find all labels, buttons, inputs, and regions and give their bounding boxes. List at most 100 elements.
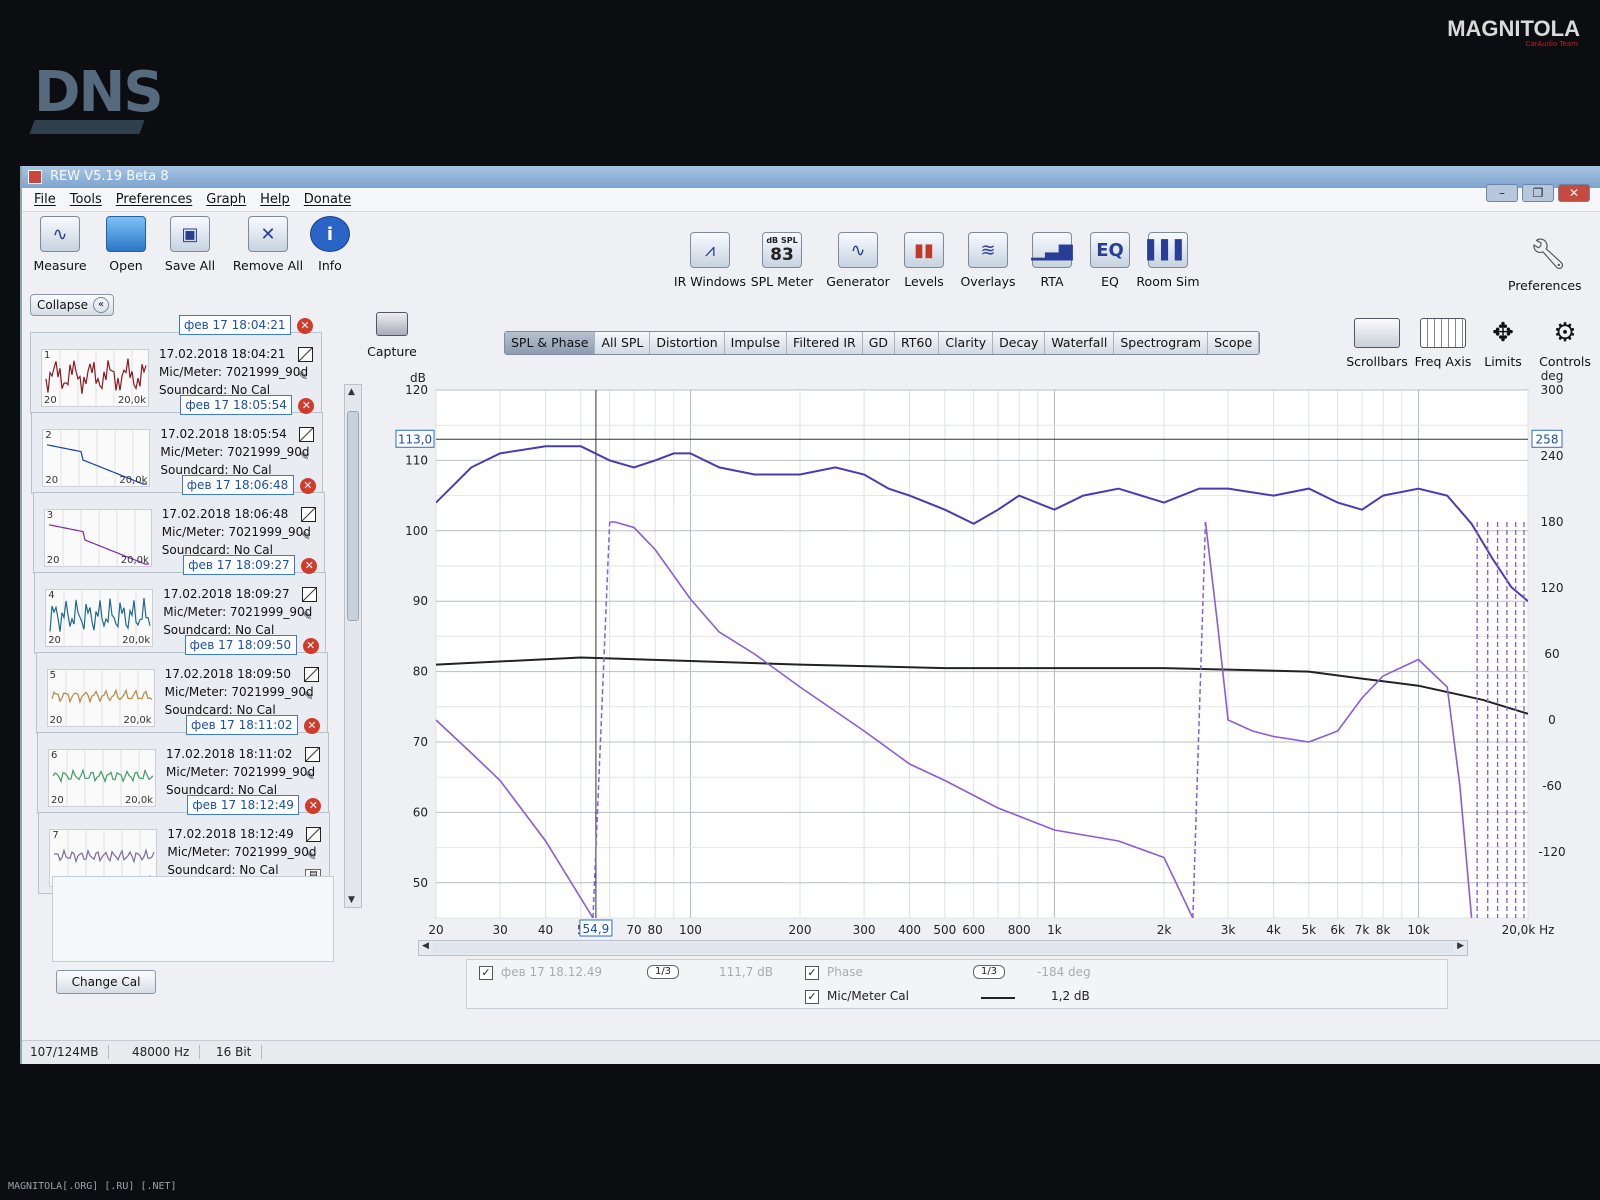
graph-tabs: SPL & Phase All SPL Distortion Impulse Filte… bbox=[504, 331, 1261, 355]
menu-tools[interactable]: Tools bbox=[70, 188, 102, 211]
measurement-name-field[interactable]: фев 17 18:12:49 bbox=[187, 795, 300, 815]
legend-smoothing-measurement[interactable]: 1/3 bbox=[647, 965, 679, 979]
eq-icon: EQ bbox=[1090, 232, 1130, 268]
scroll-up-icon[interactable]: ▲ bbox=[348, 387, 355, 397]
measurement-name-field[interactable]: фев 17 18:09:27 bbox=[183, 555, 296, 575]
measurement-edit-icon[interactable] bbox=[302, 587, 318, 602]
watermark-bottom: MAGNITOLA[.ORG] [.RU] [.NET] bbox=[8, 1181, 177, 1192]
spl-phase-graph[interactable]: 50 60 70 80 90 100 110 120 dB -120 -60 0 60 120 180 240… bbox=[368, 362, 1574, 956]
room-sim-button[interactable]: ▌▌▌ Room Sim bbox=[1130, 232, 1206, 289]
remove-measurement-icon[interactable]: ✕ bbox=[302, 638, 319, 654]
remove-measurement-icon[interactable]: ✕ bbox=[299, 478, 316, 494]
minimize-button[interactable]: – bbox=[1486, 184, 1518, 202]
remove-measurement-icon[interactable]: ✕ bbox=[304, 718, 320, 734]
measurement-number: 2 bbox=[45, 430, 52, 441]
scroll-left-icon[interactable]: ◀ bbox=[422, 941, 429, 951]
measurement-date: 17.02.2018 18:11:02 bbox=[166, 747, 293, 761]
scroll-right-icon[interactable]: ▶ bbox=[1457, 941, 1464, 951]
measurement-edit-icon[interactable] bbox=[303, 667, 319, 682]
menu-file[interactable]: File bbox=[34, 188, 56, 211]
measurement-pencil-icon[interactable]: ✎ bbox=[305, 769, 320, 783]
measurement-edit-icon[interactable] bbox=[299, 427, 315, 442]
remove-measurement-icon[interactable]: ✕ bbox=[305, 798, 322, 814]
tab-all-spl[interactable]: All SPL bbox=[595, 332, 651, 354]
tab-spl-phase[interactable]: SPL & Phase bbox=[505, 332, 596, 354]
measurement-mic: Mic/Meter: 7021999_90d bbox=[160, 445, 310, 459]
camera-icon bbox=[376, 312, 408, 336]
legend-checkbox-measurement[interactable]: ✓ bbox=[479, 966, 493, 980]
tab-gd[interactable]: GD bbox=[863, 332, 896, 354]
ir-windows-icon: ⩘ bbox=[690, 232, 730, 268]
measurement-edit-icon[interactable] bbox=[300, 507, 316, 522]
measurement-mic: Mic/Meter: 7021999_90d bbox=[159, 365, 309, 379]
y-right-tick-label: 120 bbox=[1541, 581, 1564, 595]
tab-spectrogram[interactable]: Spectrogram bbox=[1114, 332, 1209, 354]
main-toolbar: ∿ Measure Open ▣ Save All ✕ Remove All i… bbox=[22, 212, 1600, 294]
tab-decay[interactable]: Decay bbox=[993, 332, 1046, 354]
scrollbar-thumb[interactable] bbox=[347, 411, 359, 621]
tab-rt60[interactable]: RT60 bbox=[895, 332, 940, 354]
info-icon: i bbox=[310, 216, 350, 252]
thumbnail-axis-max: 20,0k bbox=[124, 795, 153, 806]
room-sim-icon: ▌▌▌ bbox=[1147, 232, 1189, 268]
measurement-name-field[interactable]: фев 17 18:09:50 bbox=[184, 635, 297, 655]
rew-window: REW V5.19 Beta 8 – ❐ ✕ File Tools Prefer… bbox=[20, 166, 1600, 1064]
x-tick-label: 800 bbox=[1008, 923, 1031, 937]
capture-button[interactable]: Capture bbox=[364, 312, 420, 359]
tab-clarity[interactable]: Clarity bbox=[939, 332, 994, 354]
tab-impulse[interactable]: Impulse bbox=[725, 332, 788, 354]
measure-button[interactable]: ∿ Measure bbox=[22, 216, 98, 273]
menu-donate[interactable]: Donate bbox=[304, 188, 351, 211]
y-right-unit: deg bbox=[1541, 369, 1564, 383]
tab-scope[interactable]: Scope bbox=[1208, 332, 1260, 354]
measurement-name-field[interactable]: фев 17 18:04:21 bbox=[179, 315, 291, 335]
measurement-pencil-icon[interactable]: ✎ bbox=[302, 609, 317, 623]
remove-measurement-icon[interactable]: ✕ bbox=[301, 558, 318, 574]
measurement-pencil-icon[interactable]: ✎ bbox=[306, 849, 321, 863]
measurement-number: 1 bbox=[44, 350, 51, 361]
tab-filtered-ir[interactable]: Filtered IR bbox=[787, 332, 863, 354]
controls-icon: ⚙ bbox=[1553, 318, 1577, 348]
measurement-pencil-icon[interactable]: ✎ bbox=[299, 449, 314, 463]
measurement-edit-icon[interactable] bbox=[305, 747, 320, 762]
measurement-edit-icon[interactable] bbox=[298, 347, 313, 362]
tab-distortion[interactable]: Distortion bbox=[650, 332, 725, 354]
y-left-tick-label: 80 bbox=[413, 665, 428, 679]
measurement-pencil-icon[interactable]: ✎ bbox=[301, 529, 316, 543]
measurement-name-field[interactable]: фев 17 18:06:48 bbox=[181, 475, 294, 495]
change-cal-button[interactable]: Change Cal bbox=[56, 970, 156, 994]
menu-graph[interactable]: Graph bbox=[206, 188, 246, 211]
scroll-down-icon[interactable]: ▼ bbox=[348, 895, 355, 905]
preferences-button[interactable]: 🔧︎ Preferences bbox=[1508, 236, 1584, 294]
ir-windows-button[interactable]: ⩘ IR Windows bbox=[672, 232, 748, 289]
info-button[interactable]: i Info bbox=[292, 216, 368, 273]
measurement-pencil-icon[interactable]: ✎ bbox=[298, 369, 313, 383]
measurement-name-field[interactable]: фев 17 18:05:54 bbox=[180, 395, 293, 415]
legend-checkbox-phase[interactable]: ✓ bbox=[805, 966, 819, 980]
legend-label-mic-cal: Mic/Meter Cal bbox=[827, 989, 909, 1003]
tab-waterfall[interactable]: Waterfall bbox=[1045, 332, 1115, 354]
measurement-edit-icon[interactable] bbox=[306, 827, 322, 842]
graph-horizontal-scrollbar[interactable]: ◀ ▶ bbox=[418, 940, 1468, 956]
measurement-name-field[interactable]: фев 17 18:11:02 bbox=[186, 715, 298, 735]
measurement-date: 17.02.2018 18:06:48 bbox=[161, 507, 289, 521]
x-tick-label: 400 bbox=[898, 923, 921, 937]
spl-meter-button[interactable]: dB SPL 83 SPL Meter bbox=[744, 232, 820, 289]
menu-preferences[interactable]: Preferences bbox=[116, 188, 192, 211]
legend-checkbox-mic-cal[interactable]: ✓ bbox=[805, 990, 819, 1004]
remove-measurement-icon[interactable]: ✕ bbox=[298, 398, 315, 414]
x-tick-label: 2k bbox=[1157, 923, 1172, 937]
maximize-button[interactable]: ❐ bbox=[1522, 184, 1554, 202]
chart-svg[interactable]: 5060708090100110120dB-120-60060120180240… bbox=[368, 362, 1574, 956]
generator-button[interactable]: ∿ Generator bbox=[820, 232, 896, 289]
measurement-pencil-icon[interactable]: ✎ bbox=[304, 689, 319, 703]
measurement-list-scrollbar[interactable]: ▲ ▼ bbox=[344, 384, 362, 908]
title-bar[interactable]: REW V5.19 Beta 8 bbox=[22, 166, 1600, 188]
menu-help[interactable]: Help bbox=[260, 188, 290, 211]
save-all-button[interactable]: ▣ Save All bbox=[152, 216, 228, 273]
close-button[interactable]: ✕ bbox=[1558, 184, 1590, 202]
remove-all-icon: ✕ bbox=[248, 216, 288, 252]
scrollbar-thumb-horizontal[interactable] bbox=[433, 943, 1453, 953]
legend-smoothing-phase[interactable]: 1/3 bbox=[973, 965, 1005, 979]
remove-measurement-icon[interactable]: ✕ bbox=[297, 318, 313, 334]
